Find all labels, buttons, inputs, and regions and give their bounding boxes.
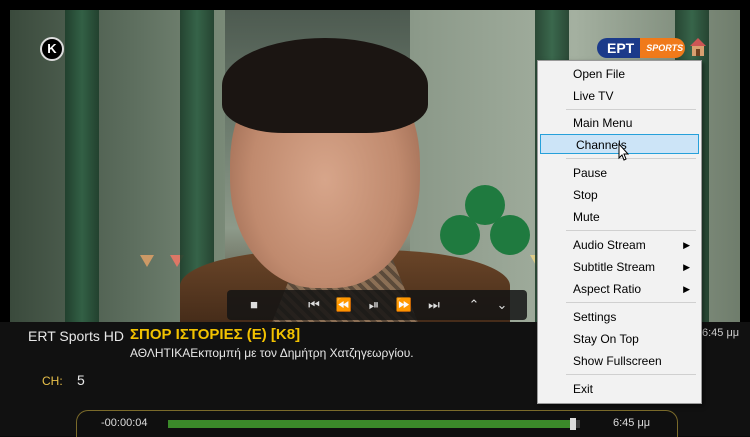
menu-item-open-file[interactable]: Open File (538, 64, 699, 84)
mouse-cursor-icon (618, 143, 630, 161)
player-window: K ΕΡΤ SPORTS ■ ⏮ ⏪ ⏯ ⏩ ⏭ ⌃ ⌄ ERT Sports … (0, 0, 750, 437)
menu-item-stay-on-top[interactable]: Stay On Top (538, 329, 699, 349)
stop-icon[interactable]: ■ (243, 290, 265, 320)
next-icon[interactable]: ⏭ (423, 290, 445, 320)
up-icon[interactable]: ⌃ (463, 290, 485, 320)
menu-item-label: Aspect Ratio (573, 282, 642, 296)
menu-item-live-tv[interactable]: Live TV (538, 86, 699, 106)
channel-number-label: CH: (42, 374, 63, 388)
end-time: 6:45 μμ (613, 417, 651, 429)
menu-item-show-fullscreen[interactable]: Show Fullscreen (538, 351, 699, 371)
channel-name: ERT Sports HD (28, 328, 124, 344)
seek-progress (168, 420, 570, 428)
rewind-icon[interactable]: ⏪ (333, 290, 355, 320)
channel-logo: ΕΡΤ SPORTS (597, 38, 685, 58)
presenter-hair (222, 38, 428, 133)
program-title: ΣΠΟΡ ΙΣΤΟΡΙΕΣ (Ε) [Κ8] (130, 326, 301, 343)
menu-item-aspect-ratio[interactable]: Aspect Ratio ▶ (538, 279, 699, 299)
home-icon[interactable] (689, 36, 707, 58)
channel-logo-brand: ΕΡΤ (597, 38, 641, 58)
menu-item-pause[interactable]: Pause (538, 163, 699, 183)
menu-item-main-menu[interactable]: Main Menu (538, 113, 699, 133)
channel-logo-sub: SPORTS (640, 38, 685, 58)
menu-item-subtitle-stream[interactable]: Subtitle Stream ▶ (538, 257, 699, 277)
play-pause-icon[interactable]: ⏯ (363, 290, 385, 320)
channel-number: 5 (77, 372, 85, 388)
elapsed-time: -00:00:04 (101, 417, 148, 429)
bar-post (65, 10, 99, 322)
menu-item-label: Subtitle Stream (573, 260, 656, 274)
menu-separator (566, 230, 696, 231)
menu-separator (566, 302, 696, 303)
playback-controls: ■ ⏮ ⏪ ⏯ ⏩ ⏭ ⌃ ⌄ (227, 290, 527, 320)
menu-separator (566, 109, 696, 110)
menu-item-settings[interactable]: Settings (538, 307, 699, 327)
menu-separator (566, 374, 696, 375)
menu-item-label: Audio Stream (573, 238, 646, 252)
menu-item-stop[interactable]: Stop (538, 185, 699, 205)
player-logo-icon: K (40, 37, 64, 61)
prev-icon[interactable]: ⏮ (303, 290, 325, 320)
program-description: ΑΘΛΗΤΙΚΑΕκπομπή με τον Δημήτρη Χατζηγεωρ… (130, 346, 414, 360)
submenu-arrow-icon: ▶ (683, 284, 690, 294)
submenu-arrow-icon: ▶ (683, 262, 690, 272)
down-icon[interactable]: ⌄ (491, 290, 513, 320)
seek-handle[interactable] (570, 418, 576, 430)
menu-separator (566, 158, 696, 159)
context-menu: Open File Live TV Main Menu Channels Pau… (537, 60, 702, 404)
submenu-arrow-icon: ▶ (683, 240, 690, 250)
menu-item-exit[interactable]: Exit (538, 379, 699, 399)
menu-item-mute[interactable]: Mute (538, 207, 699, 227)
menu-item-audio-stream[interactable]: Audio Stream ▶ (538, 235, 699, 255)
forward-icon[interactable]: ⏩ (393, 290, 415, 320)
clock-time: 6:45 μμ (702, 327, 740, 339)
